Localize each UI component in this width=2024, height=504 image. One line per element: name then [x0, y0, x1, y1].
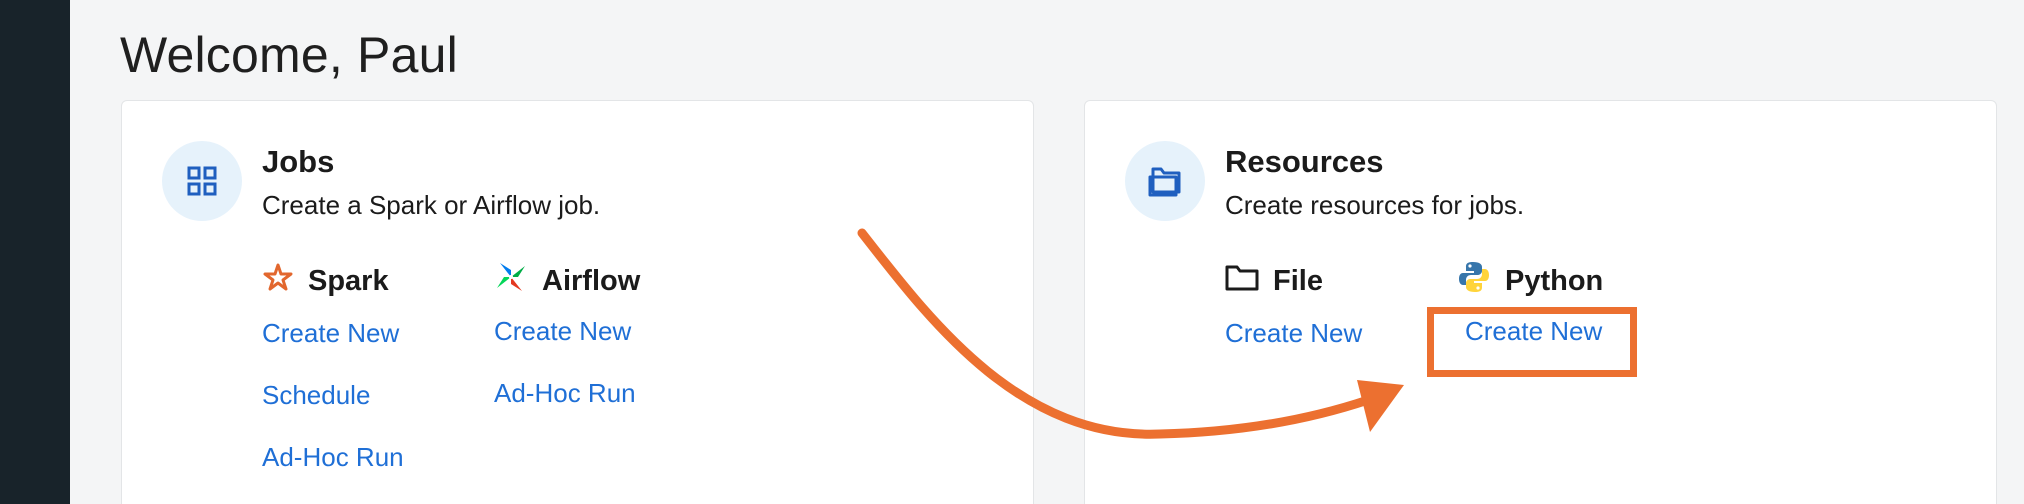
annotation-arrow — [857, 228, 1404, 439]
